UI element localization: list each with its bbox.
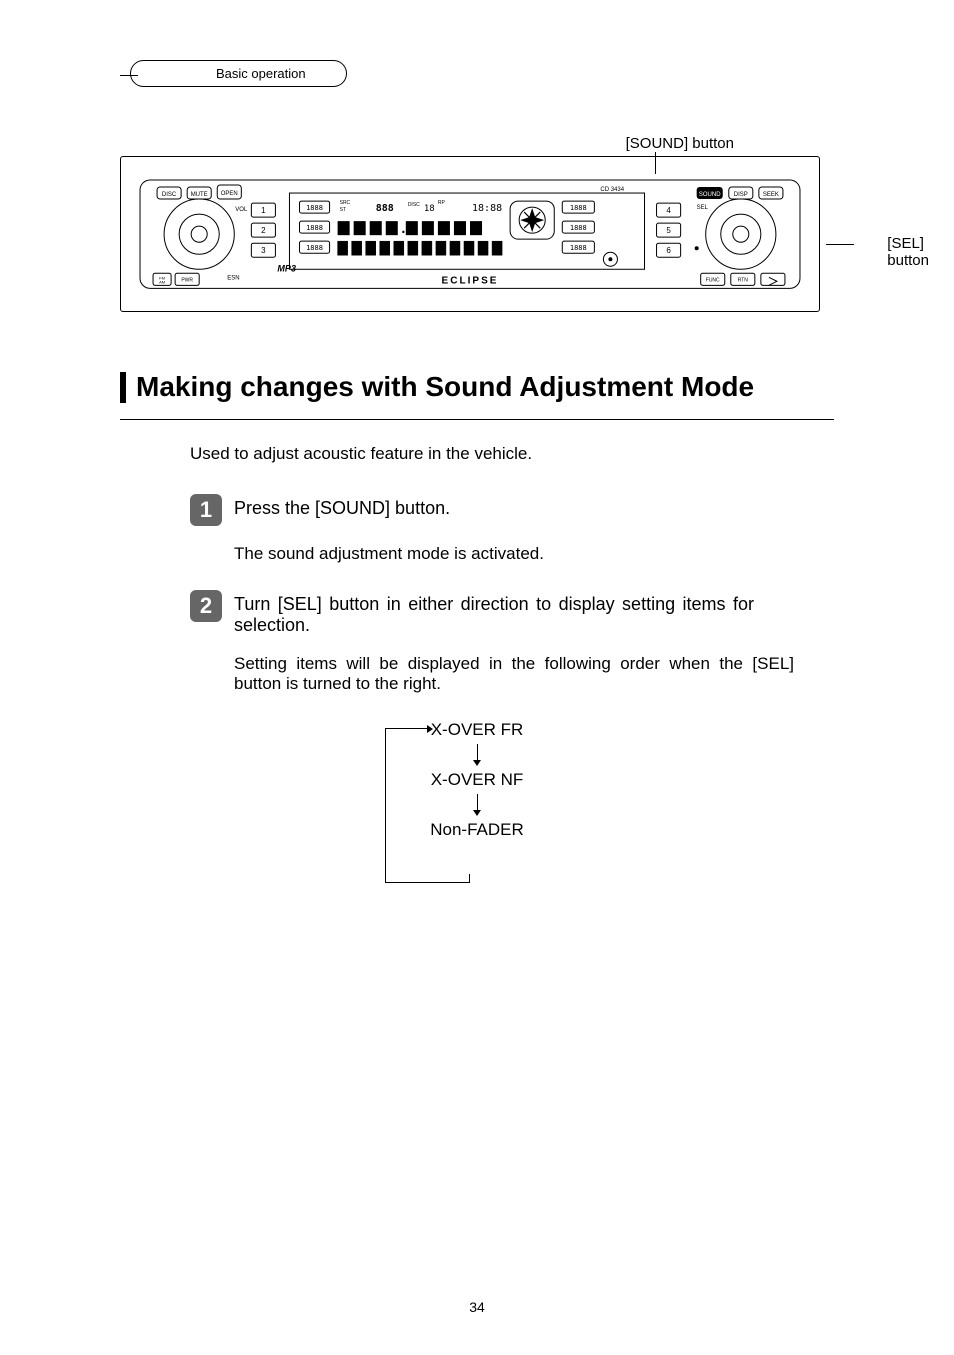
breadcrumb-label: Basic operation: [130, 60, 347, 87]
svg-text:FUNC: FUNC: [706, 277, 720, 283]
step-title: Turn [SEL] button in either direction to…: [234, 590, 754, 636]
svg-text:ESN: ESN: [227, 275, 239, 281]
svg-text:ECLIPSE: ECLIPSE: [442, 275, 499, 286]
svg-text:AM: AM: [159, 279, 165, 284]
svg-text:3: 3: [261, 246, 266, 255]
svg-text:1888: 1888: [306, 223, 323, 232]
svg-text:1888: 1888: [306, 203, 323, 212]
arrow-down-icon: [377, 742, 577, 770]
svg-text:DISC: DISC: [408, 202, 420, 208]
flow-item: X-OVER FR: [377, 720, 577, 740]
svg-text:MP3: MP3: [277, 263, 296, 273]
svg-text:CD 3434: CD 3434: [600, 187, 624, 193]
flow-item: X-OVER NF: [377, 770, 577, 790]
arrow-down-icon: [377, 792, 577, 820]
callout-sel-button: [SEL] button: [887, 236, 929, 269]
step-1: 1 Press the [SOUND] button.: [190, 494, 834, 526]
svg-text:4: 4: [666, 206, 671, 215]
svg-text:RP: RP: [438, 200, 446, 206]
svg-text:OPEN: OPEN: [221, 191, 238, 197]
svg-text:MUTE: MUTE: [191, 192, 208, 198]
svg-text:1888: 1888: [306, 243, 323, 252]
svg-text:SEEK: SEEK: [763, 192, 779, 198]
svg-text:SEL: SEL: [697, 205, 709, 211]
callout-sound-button: [SOUND] button: [626, 135, 734, 152]
svg-text:DISP: DISP: [734, 192, 748, 198]
svg-text:VOL: VOL: [235, 207, 248, 213]
step-2: 2 Turn [SEL] button in either direction …: [190, 590, 834, 636]
svg-text:PWR: PWR: [181, 277, 193, 283]
step-2-body: Setting items will be displayed in the f…: [234, 654, 794, 694]
svg-text:1888: 1888: [570, 223, 587, 232]
svg-text:ST: ST: [340, 207, 346, 213]
car-stereo-illustration: DISC MUTE OPEN VOL ESN FM AM PWR 1 2 3: [139, 179, 801, 289]
flow-diagram: X-OVER FR X-OVER NF Non-FADER: [377, 720, 577, 900]
svg-text:1888: 1888: [570, 203, 587, 212]
svg-text:DISC: DISC: [162, 192, 177, 198]
svg-text:RTN: RTN: [738, 277, 749, 283]
svg-text:2: 2: [261, 226, 266, 235]
section-title: Making changes with Sound Adjustment Mod…: [120, 372, 834, 403]
breadcrumb: Basic operation: [130, 60, 834, 90]
section-intro: Used to adjust acoustic feature in the v…: [190, 444, 834, 464]
device-diagram: DISC MUTE OPEN VOL ESN FM AM PWR 1 2 3: [120, 156, 834, 312]
page-number: 34: [469, 1299, 485, 1315]
svg-text:6: 6: [666, 246, 671, 255]
step-number: 1: [190, 494, 222, 526]
step-number: 2: [190, 590, 222, 622]
svg-text:SRC: SRC: [340, 200, 351, 206]
step-1-body: The sound adjustment mode is activated.: [234, 544, 794, 564]
flow-item: Non-FADER: [377, 820, 577, 840]
svg-text:5: 5: [666, 226, 671, 235]
step-title: Press the [SOUND] button.: [234, 494, 450, 519]
svg-text:18:88: 18:88: [472, 203, 502, 214]
svg-text:1: 1: [261, 206, 266, 215]
svg-text:1888: 1888: [570, 243, 587, 252]
svg-text:888: 888: [376, 203, 394, 214]
svg-text:18: 18: [424, 204, 435, 214]
svg-text:SOUND: SOUND: [699, 192, 721, 198]
